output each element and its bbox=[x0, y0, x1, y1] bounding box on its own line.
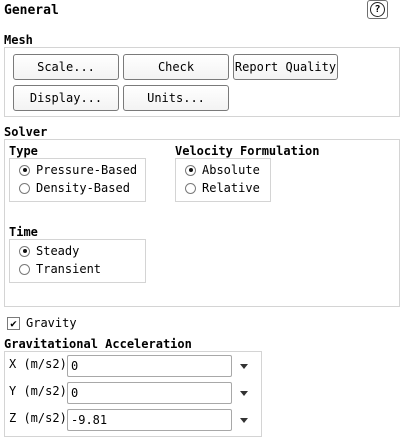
radio-steady[interactable]: Steady bbox=[19, 244, 79, 258]
radio-indicator[interactable] bbox=[19, 245, 30, 257]
z-accel-label: Z (m/s2) bbox=[9, 411, 67, 425]
type-label: Type bbox=[9, 144, 38, 158]
x-accel-input[interactable]: 0 bbox=[67, 355, 232, 377]
help-icon: ? bbox=[370, 2, 385, 17]
solver-label: Solver bbox=[4, 125, 48, 139]
z-accel-input[interactable]: -9.81 bbox=[67, 409, 232, 431]
mesh-label: Mesh bbox=[4, 33, 33, 47]
radio-label: Density-Based bbox=[36, 181, 130, 195]
radio-density-based[interactable]: Density-Based bbox=[19, 181, 130, 195]
time-label: Time bbox=[9, 225, 38, 239]
gravitational-acceleration-label: Gravitational Acceleration bbox=[4, 337, 192, 351]
radio-indicator[interactable] bbox=[185, 164, 196, 176]
radio-indicator[interactable] bbox=[19, 182, 30, 194]
y-accel-label: Y (m/s2) bbox=[9, 384, 67, 398]
chevron-down-icon[interactable] bbox=[240, 418, 248, 423]
report-quality-button[interactable]: Report Quality bbox=[233, 54, 338, 80]
velocity-formulation-label: Velocity Formulation bbox=[175, 144, 320, 158]
chevron-down-icon[interactable] bbox=[240, 391, 248, 396]
y-accel-input[interactable]: 0 bbox=[67, 382, 232, 404]
x-accel-label: X (m/s2) bbox=[9, 357, 67, 371]
radio-label: Steady bbox=[36, 244, 80, 258]
radio-indicator[interactable] bbox=[19, 164, 30, 176]
radio-label: Absolute bbox=[202, 163, 260, 177]
scale-button[interactable]: Scale... bbox=[13, 54, 119, 80]
radio-indicator[interactable] bbox=[185, 182, 196, 194]
radio-relative[interactable]: Relative bbox=[185, 181, 260, 195]
radio-absolute[interactable]: Absolute bbox=[185, 163, 260, 177]
panel-title: General bbox=[4, 3, 59, 18]
radio-label: Pressure-Based bbox=[36, 163, 138, 177]
radio-label: Relative bbox=[202, 181, 260, 195]
help-button[interactable]: ? bbox=[367, 0, 388, 19]
chevron-down-icon[interactable] bbox=[240, 364, 248, 369]
radio-pressure-based[interactable]: Pressure-Based bbox=[19, 163, 137, 177]
radio-label: Transient bbox=[36, 262, 102, 276]
units-button[interactable]: Units... bbox=[123, 85, 229, 111]
gravity-checkbox[interactable]: ✔ Gravity bbox=[7, 316, 77, 330]
radio-transient[interactable]: Transient bbox=[19, 262, 101, 276]
check-icon[interactable]: ✔ bbox=[7, 316, 20, 330]
radio-indicator[interactable] bbox=[19, 263, 30, 275]
display-button[interactable]: Display... bbox=[13, 85, 119, 111]
gravity-label: Gravity bbox=[26, 316, 77, 330]
check-button[interactable]: Check bbox=[123, 54, 229, 80]
